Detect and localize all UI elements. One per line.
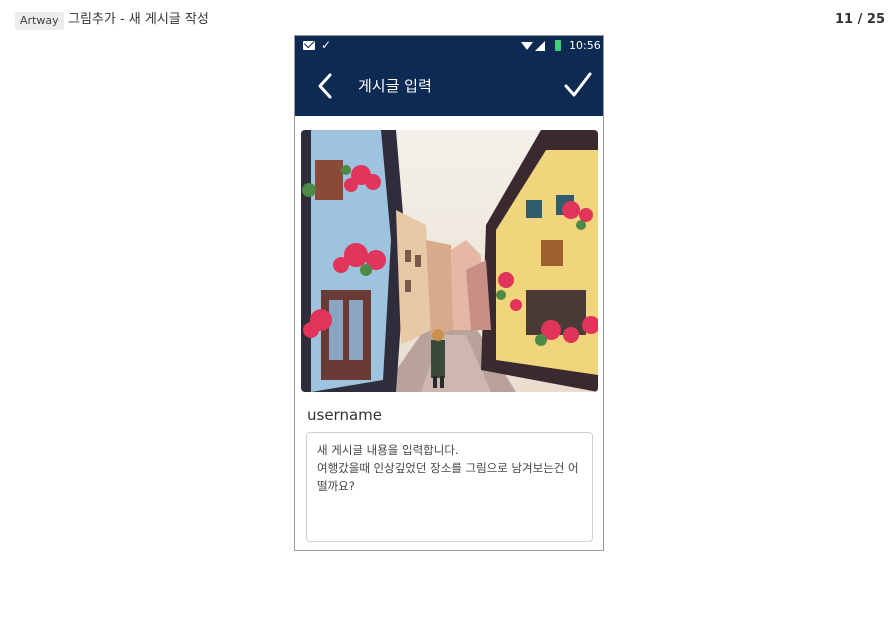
check-icon: ✓ (321, 38, 332, 52)
post-content-text: 새 게시글 내용을 입력합니다. 여행갔을때 인상깊었던 장소를 그림으로 남겨… (317, 443, 579, 493)
status-bar: ✓ 10:56 (295, 36, 603, 56)
mail-icon (303, 41, 315, 50)
checkmark-icon[interactable] (563, 70, 593, 100)
post-username: username (307, 406, 382, 424)
wifi-icon (521, 42, 533, 50)
page-counter: 11 / 25 (835, 12, 885, 27)
battery-icon (555, 40, 561, 51)
phone-frame: ✓ 10:56 게시글 입력 username 새 게시글 내용을 입력합니다.… (294, 35, 604, 551)
chevron-left-icon[interactable] (315, 72, 335, 100)
slide-title: 그림추가 - 새 게시글 작성 (68, 12, 209, 27)
page-title: 게시글 입력 (358, 77, 432, 95)
post-content-field[interactable]: 새 게시글 내용을 입력합니다. 여행갔을때 인상깊었던 장소를 그림으로 남겨… (306, 432, 593, 542)
post-image (301, 130, 598, 392)
app-bar: 게시글 입력 (295, 56, 603, 116)
signal-icon (535, 41, 545, 51)
status-time: 10:56 (569, 39, 601, 52)
app-tag: Artway (15, 12, 64, 30)
